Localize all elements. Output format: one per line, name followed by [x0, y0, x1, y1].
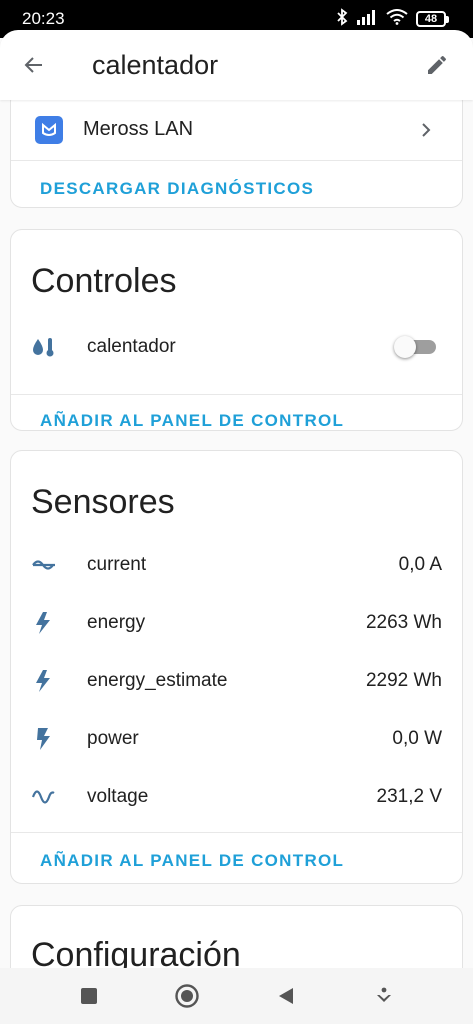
back-button[interactable] — [12, 43, 56, 87]
add-controls-to-dashboard-button[interactable]: AÑADIR AL PANEL DE CONTROL — [11, 411, 462, 430]
integration-card: Meross LAN DESCARGAR DIAGNÓSTICOS — [10, 100, 463, 208]
sensor-label: energy_estimate — [87, 670, 228, 691]
wifi-icon — [386, 8, 408, 30]
status-time: 20:23 — [22, 9, 65, 28]
controls-title: Controles — [31, 262, 177, 300]
status-icons: 48 — [336, 7, 449, 31]
sensor-row-current[interactable]: current 0,0 A — [11, 536, 462, 594]
circle-icon — [175, 984, 200, 1008]
sensor-label: energy — [87, 612, 146, 633]
triangle-back-icon — [278, 988, 293, 1004]
sensor-value: 0,0 A — [398, 554, 442, 575]
configuration-card: Configuración — [10, 905, 463, 968]
assistant-button[interactable] — [362, 974, 406, 1018]
device-page-content[interactable]: Meross LAN DESCARGAR DIAGNÓSTICOS Contro… — [0, 100, 473, 968]
sensors-card: Sensores current 0,0 A energy 2263 Wh en… — [10, 450, 463, 884]
square-icon — [81, 988, 98, 1004]
configuration-title: Configuración — [31, 936, 241, 968]
meross-logo-icon — [35, 115, 63, 144]
sensor-value: 0,0 W — [392, 728, 442, 749]
battery-level: 48 — [416, 11, 446, 27]
sine-wave-icon — [31, 785, 67, 809]
sensor-value: 2263 Wh — [365, 612, 442, 633]
add-sensors-to-dashboard-button[interactable]: AÑADIR AL PANEL DE CONTROL — [11, 851, 462, 871]
chevron-down-icon — [376, 987, 391, 1002]
integration-label: Meross LAN — [83, 118, 194, 140]
recents-button[interactable] — [67, 974, 111, 1018]
control-label: calentador — [87, 335, 176, 357]
home-button[interactable] — [165, 974, 209, 1018]
current-ac-icon — [31, 553, 67, 577]
integration-link[interactable]: Meross LAN — [11, 100, 462, 161]
sensor-value: 231,2 V — [376, 786, 443, 807]
edit-button[interactable] — [415, 43, 459, 87]
flash-icon — [31, 726, 67, 752]
sensor-row-power[interactable]: power 0,0 W — [11, 710, 462, 768]
sensor-list: current 0,0 A energy 2263 Wh energy_esti… — [11, 536, 462, 833]
sensor-label: power — [87, 728, 139, 749]
phone-screen: 20:23 48 calentador Meross LAN DESCARGAR… — [0, 0, 473, 1024]
sensor-label: voltage — [87, 786, 149, 807]
sensors-title: Sensores — [31, 483, 175, 521]
bluetooth-icon — [336, 7, 348, 31]
sensor-label: current — [87, 554, 147, 575]
sensor-value: 2292 Wh — [365, 670, 442, 691]
thermometer-water-icon — [31, 335, 67, 359]
sensor-row-voltage[interactable]: voltage 231,2 V — [11, 768, 462, 826]
chevron-right-icon — [414, 118, 438, 142]
control-row-calentador[interactable]: calentador — [11, 321, 462, 395]
signal-icon — [356, 9, 378, 30]
pencil-icon — [428, 55, 447, 74]
navigation-bar — [0, 968, 473, 1024]
back-nav-button[interactable] — [264, 974, 308, 1018]
calentador-toggle[interactable] — [394, 334, 438, 360]
sensor-row-energy-estimate[interactable]: energy_estimate 2292 Wh — [11, 652, 462, 710]
controls-card: Controles calentador AÑADIR AL PANEL DE … — [10, 229, 463, 431]
battery-icon: 48 — [416, 11, 449, 27]
flash-icon — [31, 668, 67, 694]
page-title: calentador — [92, 49, 219, 80]
app-header: calentador — [0, 30, 473, 100]
download-diagnostics-button[interactable]: DESCARGAR DIAGNÓSTICOS — [11, 179, 462, 199]
sensor-row-energy[interactable]: energy 2263 Wh — [11, 594, 462, 652]
arrow-left-icon — [24, 57, 42, 73]
flash-icon — [31, 610, 67, 636]
